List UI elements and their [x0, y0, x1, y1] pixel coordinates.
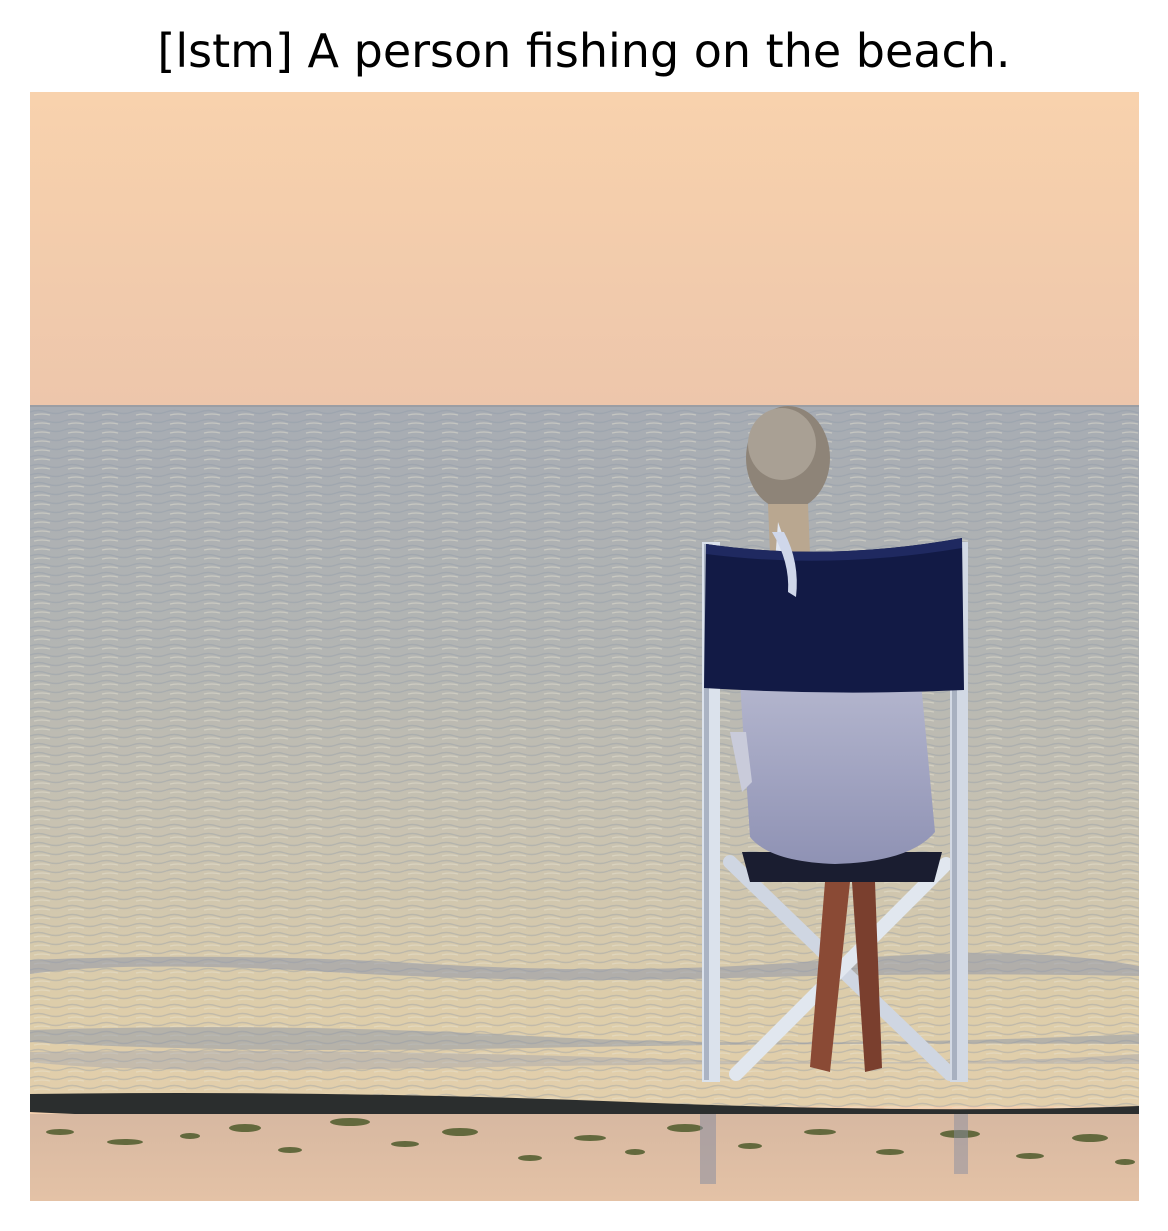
sea-ripples	[30, 408, 1139, 1108]
chair-back	[704, 538, 964, 693]
sand	[30, 1114, 1139, 1201]
sky	[30, 92, 1139, 406]
beach-scene-illustration	[30, 92, 1139, 1201]
chair-reflection	[954, 1114, 968, 1174]
beach-photo	[30, 92, 1139, 1201]
chair-reflection	[700, 1114, 716, 1184]
image-caption: [lstm] A person fishing on the beach.	[157, 24, 1011, 78]
